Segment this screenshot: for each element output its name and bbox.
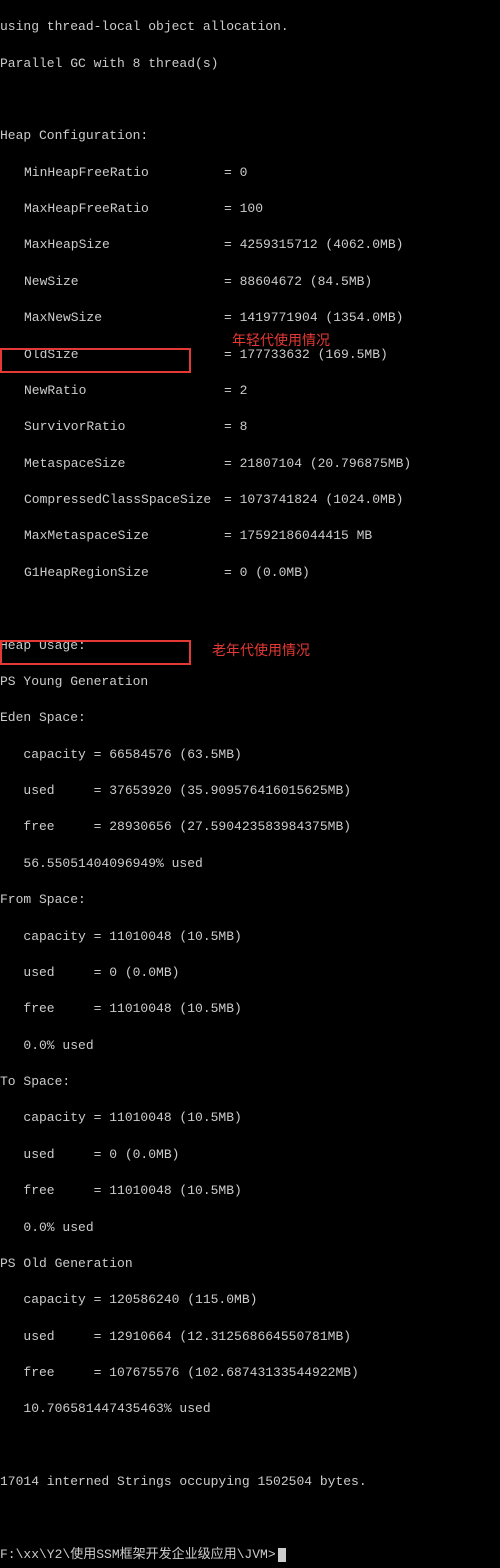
cfg-key: G1HeapRegionSize [24,564,224,582]
prompt[interactable]: F:\xx\Y2\使用SSM框架开发企业级应用\JVM> [0,1546,276,1564]
heap-usage-title: Heap Usage: [0,637,500,655]
cfg-key: MaxNewSize [24,309,224,327]
cfg-val: = 177733632 (169.5MB) [224,347,388,362]
cfg-key: NewRatio [24,382,224,400]
eden-free: free = 28930656 (27.590423583984375MB) [0,818,500,836]
to-used: used = 0 (0.0MB) [0,1146,500,1164]
cfg-val: = 17592186044415 MB [224,528,372,543]
cfg-val: = 100 [224,201,263,216]
cfg-key: OldSize [24,346,224,364]
from-free: free = 11010048 (10.5MB) [0,1000,500,1018]
eden-used: used = 37653920 (35.909576416015625MB) [0,782,500,800]
terminal-output: using thread-local object allocation. Pa… [0,0,500,1568]
eden-pct: 56.55051404096949% used [0,855,500,873]
cfg-key: MaxHeapFreeRatio [24,200,224,218]
from-title: From Space: [0,891,500,909]
interned-strings: 17014 interned Strings occupying 1502504… [0,1473,500,1491]
cfg-val: = 2 [224,383,247,398]
to-pct: 0.0% used [0,1219,500,1237]
old-pct: 10.706581447435463% used [0,1400,500,1418]
old-gen-label: PS Old Generation [0,1255,500,1273]
cfg-val: = 4259315712 (4062.0MB) [224,237,403,252]
intro-line: Parallel GC with 8 thread(s) [0,55,500,73]
cfg-val: = 1419771904 (1354.0MB) [224,310,403,325]
cfg-val: = 88604672 (84.5MB) [224,274,372,289]
cfg-val: = 21807104 (20.796875MB) [224,456,411,471]
cfg-key: MaxHeapSize [24,236,224,254]
heap-config-title: Heap Configuration: [0,127,500,145]
from-used: used = 0 (0.0MB) [0,964,500,982]
from-cap: capacity = 11010048 (10.5MB) [0,928,500,946]
cfg-key: MaxMetaspaceSize [24,527,224,545]
to-title: To Space: [0,1073,500,1091]
old-used: used = 12910664 (12.312568664550781MB) [0,1328,500,1346]
cfg-key: SurvivorRatio [24,418,224,436]
to-cap: capacity = 11010048 (10.5MB) [0,1109,500,1127]
young-gen-label: PS Young Generation [0,673,500,691]
cursor-icon [278,1548,286,1562]
cfg-key: MinHeapFreeRatio [24,164,224,182]
cfg-val: = 8 [224,419,247,434]
to-free: free = 11010048 (10.5MB) [0,1182,500,1200]
eden-cap: capacity = 66584576 (63.5MB) [0,746,500,764]
cfg-val: = 0 [224,165,247,180]
cfg-val: = 0 (0.0MB) [224,565,310,580]
old-cap: capacity = 120586240 (115.0MB) [0,1291,500,1309]
old-free: free = 107675576 (102.68743133544922MB) [0,1364,500,1382]
from-pct: 0.0% used [0,1037,500,1055]
eden-title: Eden Space: [0,709,500,727]
cfg-key: CompressedClassSpaceSize [24,491,224,509]
cfg-val: = 1073741824 (1024.0MB) [224,492,403,507]
cfg-key: NewSize [24,273,224,291]
intro-line: using thread-local object allocation. [0,18,500,36]
cfg-key: MetaspaceSize [24,455,224,473]
